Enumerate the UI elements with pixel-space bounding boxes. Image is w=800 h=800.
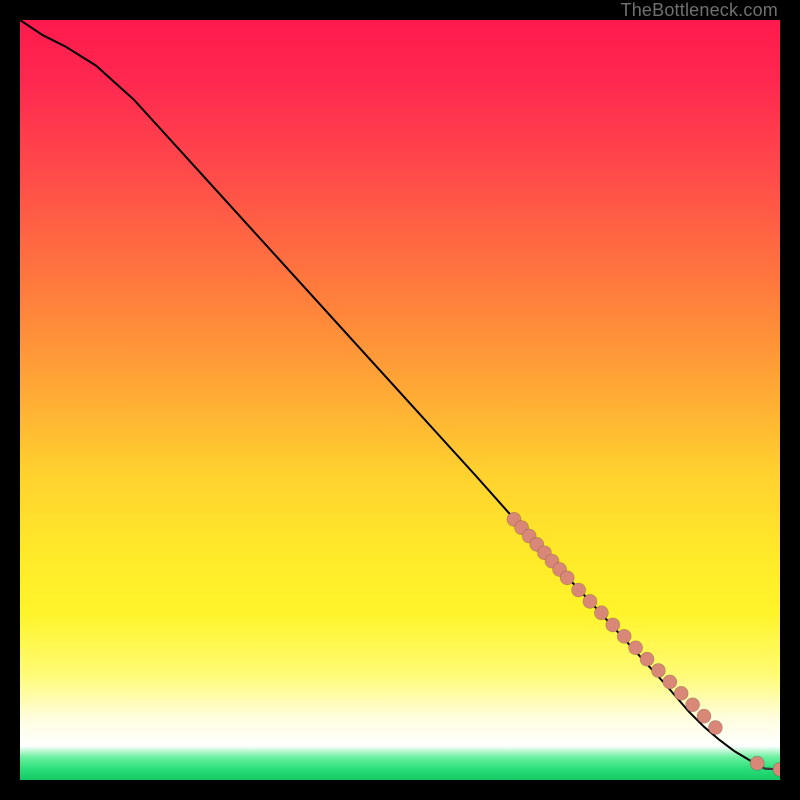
data-point <box>629 641 643 655</box>
data-point <box>708 721 722 735</box>
data-point <box>606 618 620 632</box>
data-point <box>594 606 608 620</box>
data-point <box>686 698 700 712</box>
data-point <box>697 709 711 723</box>
plot-svg <box>20 20 780 780</box>
data-point <box>617 629 631 643</box>
data-point <box>663 675 677 689</box>
plot-area <box>20 20 780 780</box>
data-point <box>640 652 654 666</box>
bottleneck-curve <box>20 20 780 769</box>
data-point <box>674 686 688 700</box>
chart-frame: TheBottleneck.com <box>0 0 800 800</box>
data-point <box>773 762 780 776</box>
data-point <box>572 583 586 597</box>
data-point <box>583 594 597 608</box>
watermark-text: TheBottleneck.com <box>621 0 778 21</box>
data-points <box>507 512 780 776</box>
data-point <box>651 664 665 678</box>
data-point <box>560 571 574 585</box>
data-point <box>750 756 764 770</box>
